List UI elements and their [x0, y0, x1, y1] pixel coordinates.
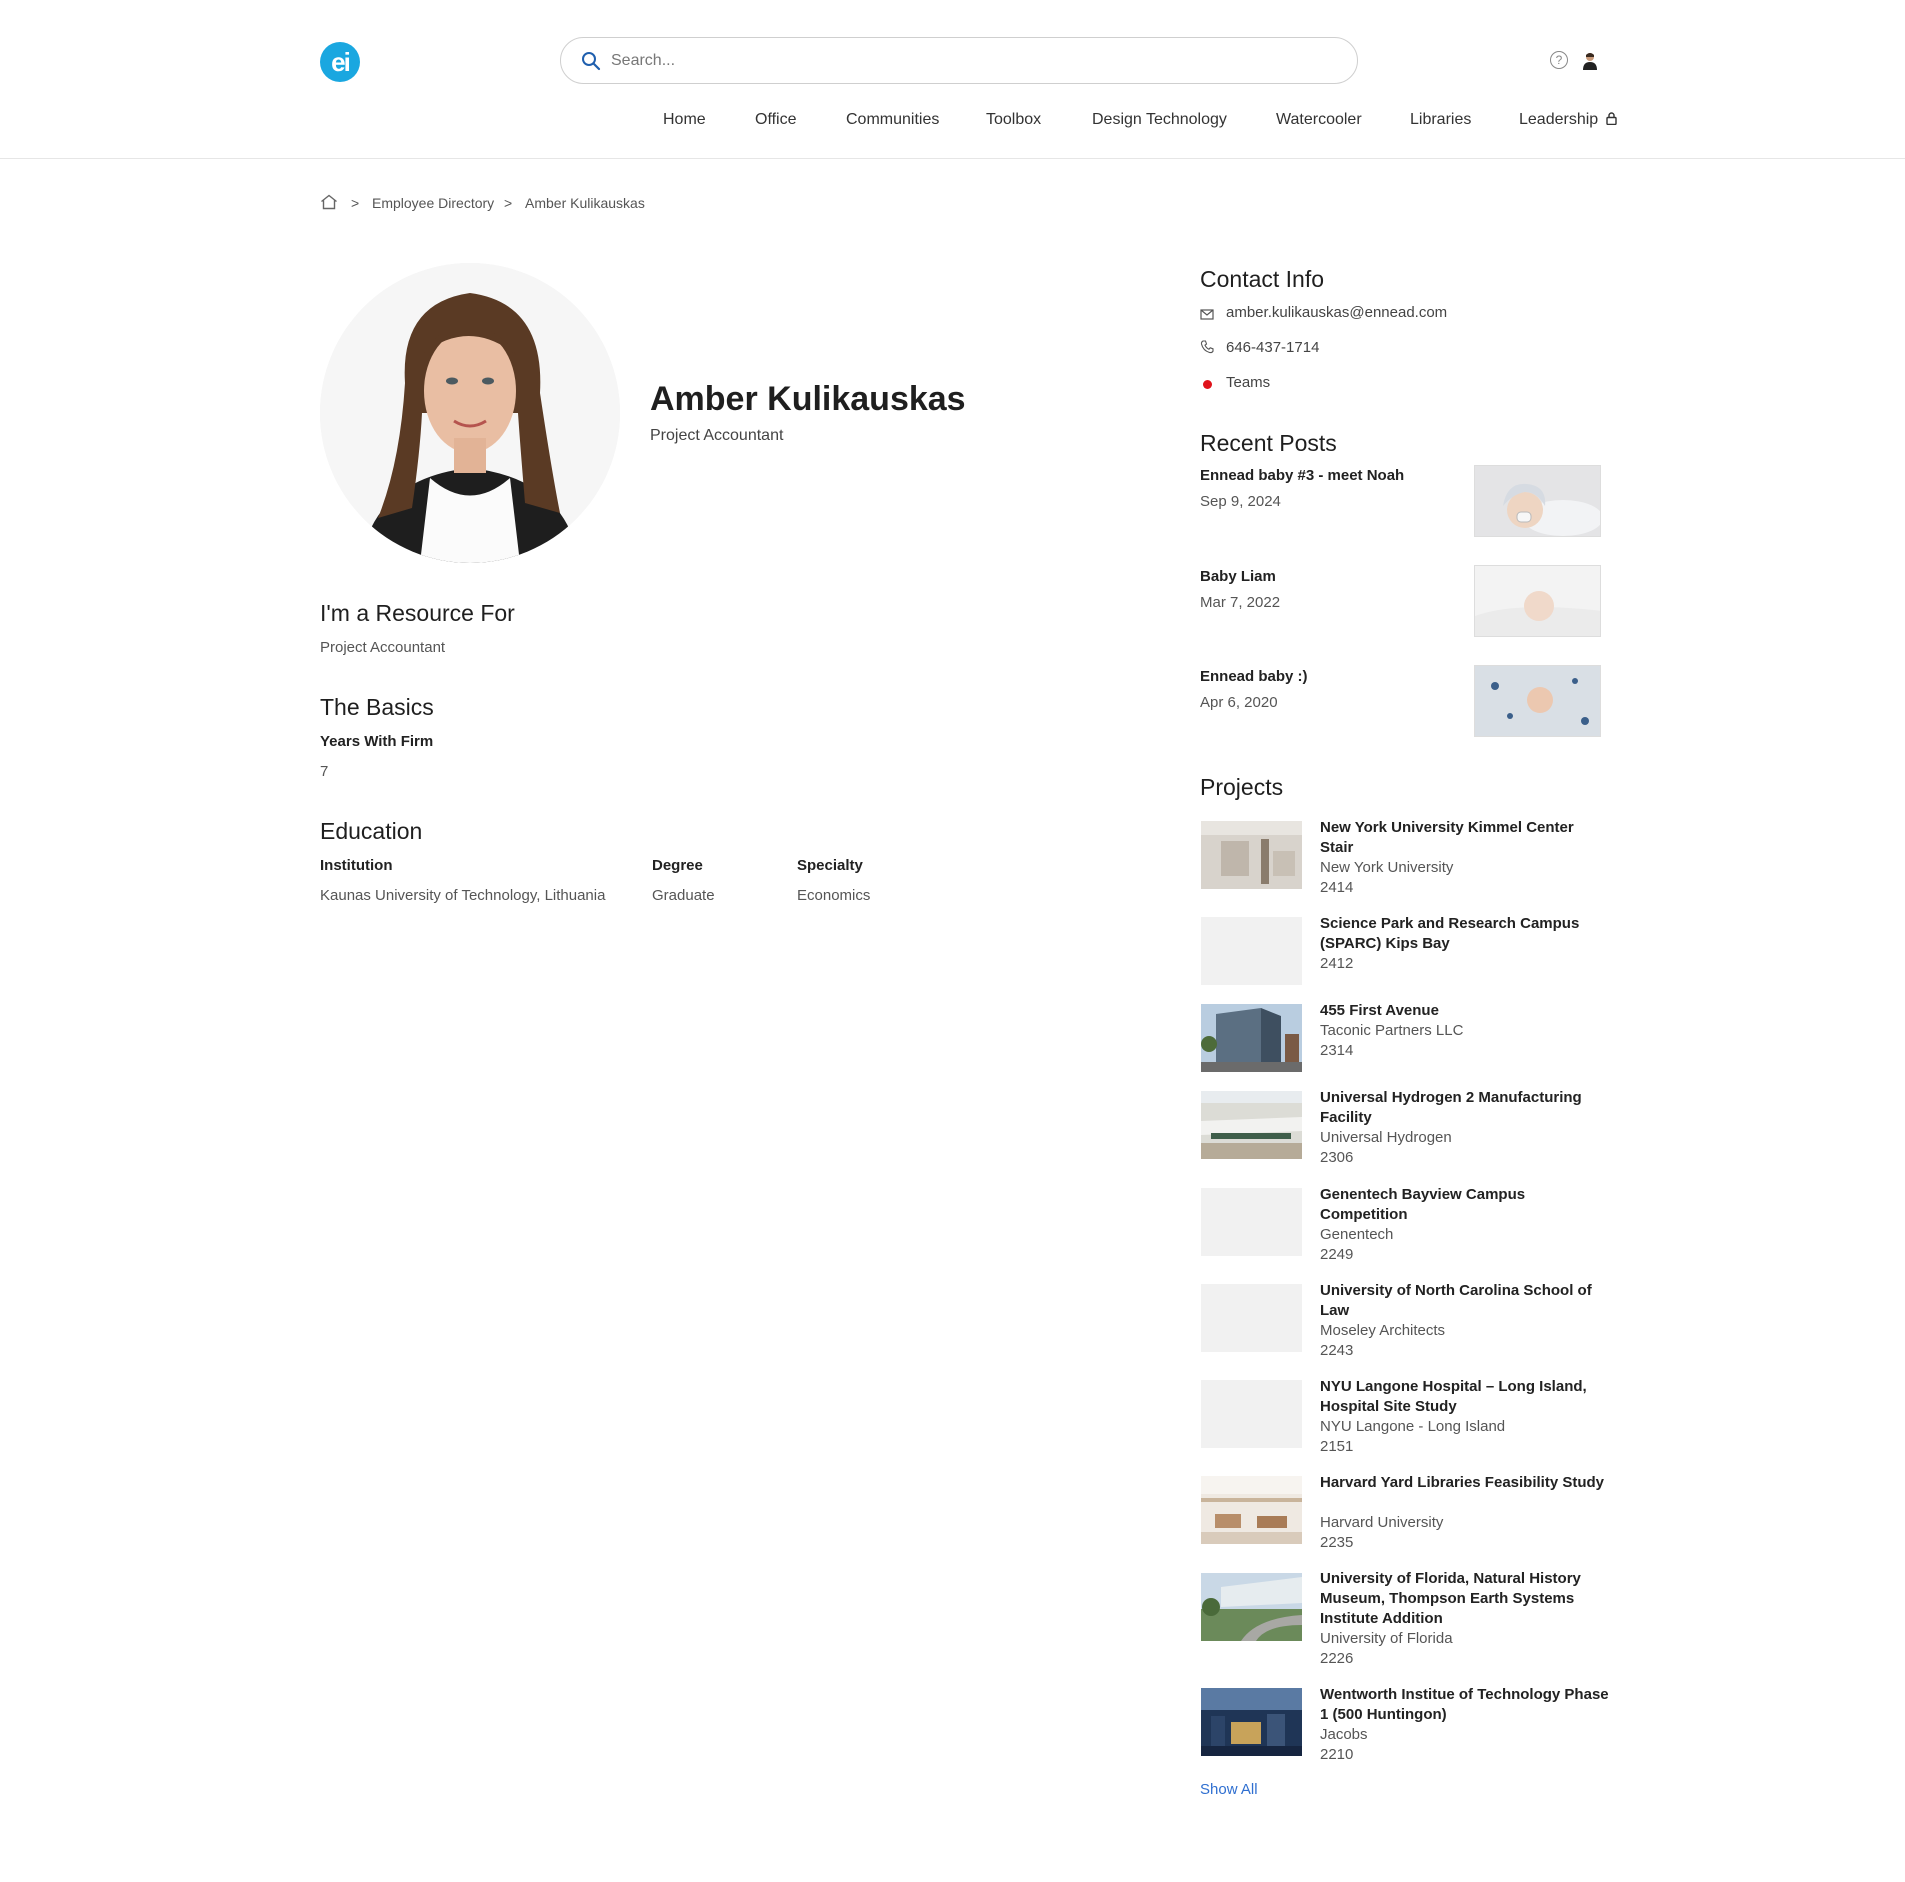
project-number: 2151 — [1320, 1438, 1354, 1455]
post-thumbnail[interactable] — [1474, 565, 1601, 637]
post-title[interactable]: Ennead baby :) — [1200, 668, 1308, 685]
post-title[interactable]: Baby Liam — [1200, 568, 1276, 585]
project-number: 2243 — [1320, 1342, 1354, 1359]
project-title[interactable]: Wentworth Institue of Technology Phase 1… — [1320, 1685, 1610, 1725]
nav-office[interactable]: Office — [755, 111, 797, 129]
edu-specialty: Economics — [797, 887, 871, 904]
project-thumbnail[interactable] — [1201, 1688, 1302, 1756]
search-bar[interactable] — [560, 37, 1358, 84]
recent-posts-heading: Recent Posts — [1200, 430, 1337, 456]
nav-toolbox[interactable]: Toolbox — [986, 111, 1041, 129]
phone-link[interactable]: 646-437-1714 — [1226, 339, 1319, 356]
project-thumbnail[interactable] — [1201, 1004, 1302, 1072]
email-icon — [1200, 309, 1214, 320]
post-date: Apr 6, 2020 — [1200, 694, 1278, 711]
years-label: Years With Firm — [320, 733, 434, 750]
project-title[interactable]: Universal Hydrogen 2 Manufacturing Facil… — [1320, 1088, 1610, 1128]
post-thumbnail[interactable] — [1474, 665, 1601, 737]
project-title[interactable]: New York University Kimmel Center Stair — [1320, 818, 1610, 858]
nav-watercooler[interactable]: Watercooler — [1276, 111, 1362, 129]
teams-status-dot — [1203, 380, 1212, 389]
site-header: ei ? Home Office Communities Toolbox Des… — [0, 0, 1905, 159]
years-value: 7 — [320, 763, 329, 780]
project-client: Moseley Architects — [1320, 1322, 1446, 1339]
project-thumbnail-placeholder[interactable] — [1201, 917, 1302, 985]
project-title[interactable]: 455 First Avenue — [1320, 1001, 1610, 1021]
employee-title: Project Accountant — [650, 427, 784, 444]
nav-libraries[interactable]: Libraries — [1410, 111, 1471, 129]
nav-leadership[interactable]: Leadership — [1519, 111, 1617, 129]
project-client: NYU Langone - Long Island — [1320, 1418, 1506, 1435]
resource-value: Project Accountant — [320, 639, 446, 656]
project-title[interactable]: University of North Carolina School of L… — [1320, 1281, 1610, 1321]
ei-logo[interactable]: ei — [320, 42, 360, 82]
project-number: 2314 — [1320, 1042, 1354, 1059]
nav-home[interactable]: Home — [663, 111, 706, 129]
project-client: University of Florida — [1320, 1630, 1453, 1647]
phone-icon — [1200, 340, 1214, 354]
project-thumbnail[interactable] — [1201, 1476, 1302, 1544]
project-title[interactable]: NYU Langone Hospital – Long Island, Hosp… — [1320, 1377, 1610, 1417]
user-avatar-icon[interactable] — [1582, 52, 1598, 70]
project-title[interactable]: University of Florida, Natural History M… — [1320, 1569, 1610, 1629]
contact-heading: Contact Info — [1200, 266, 1325, 292]
project-client: Harvard University — [1320, 1514, 1444, 1531]
project-number: 2235 — [1320, 1534, 1354, 1551]
breadcrumb-separator: > — [351, 195, 360, 211]
education-heading: Education — [320, 818, 423, 844]
project-client: New York University — [1320, 859, 1454, 876]
projects-heading: Projects — [1200, 774, 1284, 800]
project-client: Genentech — [1320, 1226, 1394, 1243]
breadcrumb-separator: > — [504, 195, 513, 211]
project-client: Universal Hydrogen — [1320, 1129, 1452, 1146]
edu-degree: Graduate — [652, 887, 715, 904]
breadcrumb-employee-directory[interactable]: Employee Directory — [372, 195, 494, 211]
project-thumbnail-placeholder[interactable] — [1201, 1284, 1302, 1352]
post-title[interactable]: Ennead baby #3 - meet Noah — [1200, 467, 1404, 484]
project-title[interactable]: Harvard Yard Libraries Feasibility Study — [1320, 1473, 1610, 1493]
basics-heading: The Basics — [320, 694, 434, 720]
edu-col-specialty: Specialty — [797, 857, 863, 874]
project-title[interactable]: Genentech Bayview Campus Competition — [1320, 1185, 1610, 1225]
project-title[interactable]: Science Park and Research Campus (SPARC)… — [1320, 914, 1610, 954]
project-client: Jacobs — [1320, 1726, 1368, 1743]
project-number: 2306 — [1320, 1149, 1354, 1166]
search-input[interactable] — [609, 47, 1333, 75]
project-client: Taconic Partners LLC — [1320, 1022, 1464, 1039]
project-number: 2412 — [1320, 955, 1354, 972]
project-thumbnail[interactable] — [1201, 821, 1302, 889]
nav-leadership-label: Leadership — [1519, 111, 1599, 128]
nav-design-technology[interactable]: Design Technology — [1092, 111, 1227, 129]
post-date: Mar 7, 2022 — [1200, 594, 1281, 611]
edu-institution: Kaunas University of Technology, Lithuan… — [320, 887, 606, 904]
search-icon — [582, 52, 601, 71]
project-thumbnail[interactable] — [1201, 1573, 1302, 1641]
post-date: Sep 9, 2024 — [1200, 493, 1281, 510]
project-number: 2210 — [1320, 1746, 1354, 1763]
post-thumbnail[interactable] — [1474, 465, 1601, 537]
lock-icon — [1605, 112, 1617, 126]
profile-photo — [320, 263, 620, 563]
home-icon[interactable] — [320, 194, 338, 210]
edu-col-institution: Institution — [320, 857, 393, 874]
nav-communities[interactable]: Communities — [846, 111, 939, 129]
project-number: 2414 — [1320, 879, 1354, 896]
email-link[interactable]: amber.kulikauskas@ennead.com — [1226, 304, 1447, 321]
help-icon[interactable]: ? — [1550, 51, 1568, 69]
project-thumbnail-placeholder[interactable] — [1201, 1380, 1302, 1448]
edu-col-degree: Degree — [652, 857, 703, 874]
project-thumbnail-placeholder[interactable] — [1201, 1188, 1302, 1256]
employee-name: Amber Kulikauskas — [650, 380, 966, 418]
project-number: 2249 — [1320, 1246, 1354, 1263]
teams-link[interactable]: Teams — [1226, 374, 1270, 391]
show-all-projects-link[interactable]: Show All — [1200, 1781, 1258, 1798]
main-nav: Home Office Communities Toolbox Design T… — [0, 111, 1905, 133]
breadcrumb-current: Amber Kulikauskas — [525, 195, 645, 211]
project-thumbnail[interactable] — [1201, 1091, 1302, 1159]
project-number: 2226 — [1320, 1650, 1354, 1667]
resource-heading: I'm a Resource For — [320, 600, 515, 626]
